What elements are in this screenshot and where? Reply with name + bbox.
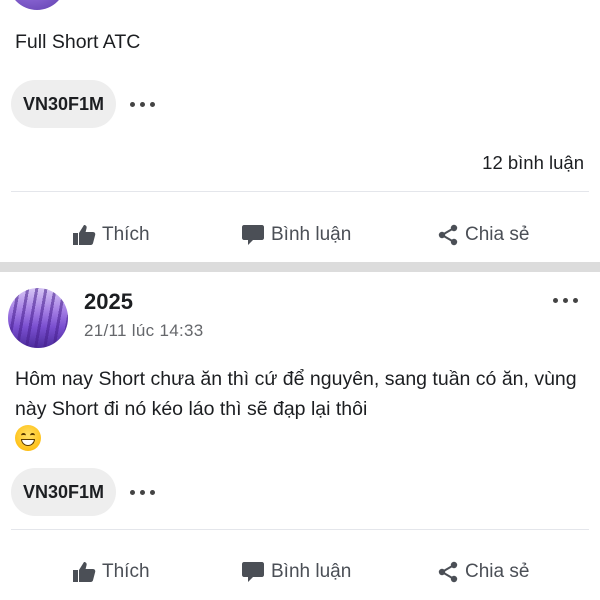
- comments-count[interactable]: 12 bình luận: [482, 152, 584, 174]
- tag-row: VN30F1M: [11, 468, 156, 516]
- author-name[interactable]: 2025: [84, 289, 133, 315]
- avatar[interactable]: [8, 0, 66, 10]
- action-bar: Thích Bình luận Chia sẻ: [0, 213, 600, 257]
- post-separator: [0, 262, 600, 272]
- comment-icon: [241, 561, 265, 583]
- comment-button[interactable]: Bình luận: [241, 224, 351, 246]
- comment-button[interactable]: Bình luận: [241, 561, 351, 583]
- avatar[interactable]: [8, 288, 68, 348]
- share-icon: [437, 561, 459, 583]
- grinning-face-icon: [15, 424, 41, 451]
- comment-icon: [241, 224, 265, 246]
- more-icon[interactable]: [130, 489, 156, 495]
- post-text-content: Hôm nay Short chưa ăn thì cứ để nguyên, …: [15, 368, 577, 420]
- share-icon: [437, 224, 459, 246]
- like-button[interactable]: Thích: [72, 224, 150, 246]
- comment-label: Bình luận: [271, 561, 352, 582]
- action-bar: Thích Bình luận Chia sẻ: [0, 550, 600, 594]
- thumbs-up-icon: [72, 561, 96, 583]
- more-icon[interactable]: [130, 101, 156, 107]
- share-label: Chia sẻ: [465, 224, 530, 245]
- post-text: Full Short ATC: [15, 31, 141, 53]
- like-label: Thích: [102, 561, 150, 582]
- post-card: 2025 21/11 lúc 14:33 Hôm nay Short chưa …: [0, 272, 600, 600]
- post-card: Full Short ATC VN30F1M 12 bình luận Thíc…: [0, 0, 600, 262]
- like-label: Thích: [102, 224, 150, 245]
- share-button[interactable]: Chia sẻ: [437, 561, 529, 583]
- post-timestamp: [84, 0, 89, 12]
- ticker-tag[interactable]: VN30F1M: [11, 468, 117, 516]
- post-timestamp[interactable]: 21/11 lúc 14:33: [84, 321, 204, 341]
- thumbs-up-icon: [72, 224, 96, 246]
- more-icon[interactable]: [553, 298, 578, 303]
- ticker-tag[interactable]: VN30F1M: [11, 80, 117, 128]
- share-button[interactable]: Chia sẻ: [437, 224, 529, 246]
- comment-label: Bình luận: [271, 224, 352, 245]
- divider: [11, 529, 589, 530]
- divider: [11, 191, 589, 192]
- share-label: Chia sẻ: [465, 561, 530, 582]
- post-text: Hôm nay Short chưa ăn thì cứ để nguyên, …: [15, 364, 590, 454]
- like-button[interactable]: Thích: [72, 561, 150, 583]
- tag-row: VN30F1M: [11, 80, 156, 128]
